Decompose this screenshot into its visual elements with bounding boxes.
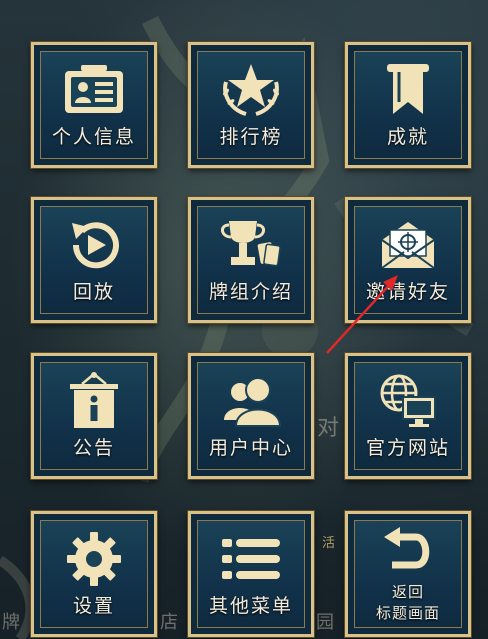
notice-tile[interactable]: 公告	[31, 353, 157, 479]
bg-text-mid: 店	[160, 612, 178, 633]
replay-tile[interactable]: 回放	[31, 197, 157, 323]
official-website-icon	[348, 370, 468, 432]
trophy-cards-icon	[191, 214, 311, 276]
settings-label: 设置	[72, 595, 115, 617]
invite-friend-tile[interactable]: 邀请好友	[345, 197, 471, 323]
achievement-label: 成就	[386, 126, 429, 148]
return-title-line2: 标题画面	[375, 604, 440, 622]
invite-mail-icon	[348, 214, 468, 276]
user-center-tile[interactable]: 用户中心	[188, 353, 314, 479]
achievement-banner-icon	[348, 59, 468, 121]
user-center-label: 用户中心	[208, 437, 293, 459]
ranking-star-icon	[191, 59, 311, 121]
profile-tile[interactable]: 个人信息	[31, 42, 157, 168]
bg-text-left: 牌	[2, 612, 20, 633]
achievement-tile[interactable]: 成就	[345, 42, 471, 168]
settings-tile[interactable]: 设置	[31, 511, 157, 637]
other-menu-label: 其他菜单	[208, 595, 293, 617]
return-title-label: 返回 标题画面	[348, 582, 468, 624]
invite-friend-label: 邀请好友	[365, 281, 450, 303]
gear-icon	[34, 528, 154, 590]
bg-text-center: 对	[317, 416, 340, 441]
return-title-line1: 返回	[391, 583, 424, 601]
replay-icon	[34, 214, 154, 276]
official-site-tile[interactable]: 官方网站	[345, 353, 471, 479]
deck-intro-tile[interactable]: 牌组介绍	[188, 197, 314, 323]
official-site-label: 官方网站	[365, 437, 450, 459]
ranking-tile[interactable]: 排行榜	[188, 42, 314, 168]
menu-lines-icon	[191, 528, 311, 590]
profile-label: 个人信息	[51, 126, 136, 148]
return-title-tile[interactable]: 返回 标题画面	[345, 511, 471, 637]
notice-board-icon	[34, 370, 154, 432]
user-center-icon	[191, 370, 311, 432]
return-arrow-icon	[348, 524, 468, 574]
bg-text-right: 园	[316, 612, 334, 633]
bg-text-badge: 活	[322, 536, 336, 551]
other-menu-tile[interactable]: 其他菜单	[188, 511, 314, 637]
deck-intro-label: 牌组介绍	[208, 281, 293, 303]
profile-card-icon	[34, 59, 154, 121]
ranking-label: 排行榜	[219, 126, 283, 148]
replay-label: 回放	[72, 281, 115, 303]
notice-label: 公告	[72, 437, 115, 459]
